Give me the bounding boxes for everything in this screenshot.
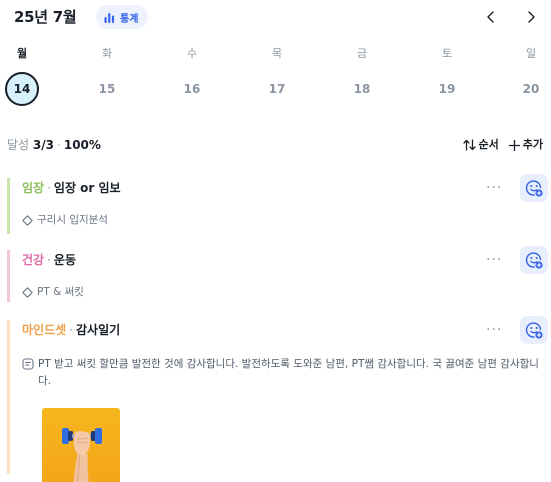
bar-chart-icon [104,12,115,23]
next-week-button[interactable] [520,6,542,28]
task-category: 임장 [22,181,45,195]
smile-plus-icon [525,252,543,269]
task-category: 건강 [22,253,45,267]
attached-photo-dumbbell[interactable] [42,408,120,482]
date-row: 14 15 16 17 18 19 20 [0,72,551,106]
emotion-button[interactable] [520,316,548,344]
list-actions: 순서 추가 [462,136,543,154]
emotion-button[interactable] [520,246,548,274]
subtask-row: 구리시 입지분석 [22,212,108,228]
more-options-button[interactable]: ··· [486,320,502,340]
smile-plus-icon [525,322,543,339]
sort-button[interactable]: 순서 [462,136,499,154]
date-cell[interactable]: 15 [90,72,124,106]
date-cell[interactable]: 16 [175,72,209,106]
subtask-label: PT & 써킷 [37,286,84,298]
chevron-right-icon [528,11,535,23]
add-label: 추가 [522,138,543,151]
emotion-button[interactable] [520,174,548,202]
weekday-label: 수 [186,47,198,60]
date-cell[interactable]: 19 [430,72,464,106]
task-title: 임장 or 임보 [53,181,121,195]
task-category: 마인드셋 [22,323,67,337]
weekday-label: 금 [356,47,368,60]
diamond-icon [22,214,33,226]
task-title: 운동 [53,253,77,267]
title-separator: · [47,253,51,267]
weekday-label: 토 [441,47,453,60]
task-title-row: 임장 · 임장 or 임보 [22,178,121,198]
achievement-label: 달성 [7,138,30,152]
memo-text-block: PT 받고 써킷 할만큼 발전한 것에 감사합니다. 발전하도록 도와준 남편,… [22,356,542,390]
sort-arrows-icon [462,139,476,151]
weekday-label: 월 [16,47,28,60]
task-card[interactable]: 마인드셋 · 감사일기 ··· PT 받고 써킷 할만큼 발전한 것에 감사합니다.… [7,316,548,482]
plus-icon [508,139,520,151]
subtask-label: 구리시 입지분석 [37,214,108,226]
prev-week-button[interactable] [480,6,502,28]
task-title-row: 마인드셋 · 감사일기 [22,320,120,340]
task-title-row: 건강 · 운동 [22,250,76,270]
date-cell[interactable]: 17 [260,72,294,106]
date-cell[interactable]: 18 [345,72,379,106]
stats-label: 통계 [120,13,139,25]
diamond-icon [22,286,33,298]
memo-icon [22,358,34,370]
smile-plus-icon [525,180,543,197]
month-title[interactable]: 25년 7월 [14,6,77,28]
task-card[interactable]: 건강 · 운동 ··· PT & 써킷 [7,246,548,302]
date-cell[interactable]: 20 [514,72,548,106]
calendar-header: 25년 7월 통계 [14,5,544,29]
add-button[interactable]: 추가 [508,136,543,154]
task-title: 감사일기 [76,323,121,337]
chevron-left-icon [487,11,494,23]
title-separator: · [47,181,51,195]
achievement-count: 3/3 [32,138,55,152]
dumbbell-hand-illustration [62,428,102,482]
weekday-row: 월 화 수 목 금 토 일 [0,46,551,62]
sort-label: 순서 [478,138,499,151]
more-options-button[interactable]: ··· [486,178,502,198]
achievement-percent: 100% [63,138,101,152]
title-separator: · [69,323,73,337]
achievement-summary: 달성 3/3 · 100% [7,136,101,154]
weekday-label: 화 [101,47,113,60]
weekday-label: 목 [271,47,283,60]
stats-button[interactable]: 통계 [96,5,149,29]
memo-text: PT 받고 써킷 할만큼 발전한 것에 감사합니다. 발전하도록 도와준 남편,… [38,358,539,387]
summary-separator: · [57,138,61,152]
subtask-row: PT & 써킷 [22,284,84,300]
weekday-label: 일 [525,47,537,60]
date-cell-selected[interactable]: 14 [5,72,39,106]
more-options-button[interactable]: ··· [486,250,502,270]
task-card[interactable]: 임장 · 임장 or 임보 ··· 구리시 입지분석 [7,174,548,234]
